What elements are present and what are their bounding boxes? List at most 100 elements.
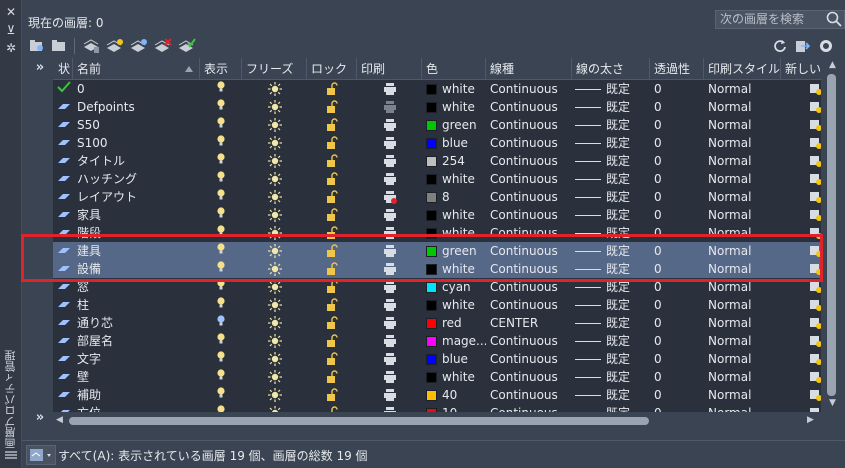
lineweight[interactable]: 既定 xyxy=(606,314,646,332)
on-bulb-icon[interactable] xyxy=(216,170,228,188)
thaw-sun-icon[interactable] xyxy=(267,404,283,412)
linetype[interactable]: Continuous xyxy=(490,404,570,412)
new-layer-icon[interactable] xyxy=(106,38,124,54)
plot-printer-icon[interactable] xyxy=(383,134,397,152)
invert-filter-button[interactable] xyxy=(26,445,56,465)
col-name[interactable]: 名前 xyxy=(73,58,200,80)
linetype[interactable]: Continuous xyxy=(490,98,570,116)
transparency[interactable]: 0 xyxy=(654,224,700,242)
color-swatch[interactable] xyxy=(426,120,437,131)
unlock-icon[interactable] xyxy=(325,332,339,350)
plot-style[interactable]: Normal xyxy=(708,278,778,296)
transparency[interactable]: 0 xyxy=(654,314,700,332)
new-vp-freeze-icon[interactable] xyxy=(809,386,821,404)
thaw-sun-icon[interactable] xyxy=(267,314,283,332)
col-lineweight[interactable]: 線の太さ xyxy=(572,58,650,80)
color-name[interactable]: blue xyxy=(442,350,486,368)
transparency[interactable]: 0 xyxy=(654,296,700,314)
lineweight[interactable]: 既定 xyxy=(606,188,646,206)
table-row[interactable]: Defpoints white Continuous 既定 0 Normal xyxy=(53,98,821,116)
thaw-sun-icon[interactable] xyxy=(267,170,283,188)
on-bulb-icon[interactable] xyxy=(216,152,228,170)
thaw-sun-icon[interactable] xyxy=(267,278,283,296)
col-transparency[interactable]: 透過性 xyxy=(650,58,704,80)
plot-printer-icon[interactable] xyxy=(383,260,397,278)
lineweight[interactable]: 既定 xyxy=(606,350,646,368)
vertical-scrollbar[interactable]: ▲ ▼ xyxy=(821,58,845,412)
linetype[interactable]: Continuous xyxy=(490,296,570,314)
plot-printer-icon[interactable] xyxy=(383,116,397,134)
lineweight[interactable]: 既定 xyxy=(606,98,646,116)
linetype[interactable]: Continuous xyxy=(490,278,570,296)
on-bulb-icon[interactable] xyxy=(216,278,228,296)
linetype[interactable]: Continuous xyxy=(490,260,570,278)
plot-printer-icon[interactable] xyxy=(383,386,397,404)
color-name[interactable]: white xyxy=(442,170,486,188)
thaw-sun-icon[interactable] xyxy=(267,206,283,224)
unlock-icon[interactable] xyxy=(325,278,339,296)
layer-name[interactable]: 文字 xyxy=(77,350,195,368)
color-name[interactable]: 40 xyxy=(442,386,486,404)
col-color[interactable]: 色 xyxy=(422,58,486,80)
linetype[interactable]: Continuous xyxy=(490,332,570,350)
layer-name[interactable]: 方位 xyxy=(77,404,195,412)
unlock-icon[interactable] xyxy=(325,98,339,116)
table-row[interactable]: S50 green Continuous 既定 0 Normal xyxy=(53,116,821,134)
plot-printer-icon[interactable] xyxy=(383,332,397,350)
plot-style[interactable]: Normal xyxy=(708,404,778,412)
lineweight[interactable]: 既定 xyxy=(606,242,646,260)
color-name[interactable]: white xyxy=(442,296,486,314)
table-row[interactable]: タイトル 254 Continuous 既定 0 Normal xyxy=(53,152,821,170)
layer-name[interactable]: 補助 xyxy=(77,386,195,404)
color-swatch[interactable] xyxy=(426,282,437,293)
plot-style[interactable]: Normal xyxy=(708,350,778,368)
transparency[interactable]: 0 xyxy=(654,116,700,134)
on-bulb-icon[interactable] xyxy=(216,260,228,278)
set-current-icon[interactable] xyxy=(178,38,196,54)
lineweight[interactable]: 既定 xyxy=(606,332,646,350)
plot-printer-icon[interactable] xyxy=(383,404,397,412)
layer-name[interactable]: レイアウト xyxy=(77,188,195,206)
plot-printer-icon[interactable] xyxy=(383,296,397,314)
unlock-icon[interactable] xyxy=(325,206,339,224)
color-name[interactable]: white xyxy=(442,224,486,242)
plot-printer-icon[interactable] xyxy=(383,242,397,260)
layer-name[interactable]: 部屋名 xyxy=(77,332,195,350)
new-vp-frozen-layer-icon[interactable] xyxy=(130,38,148,54)
linetype[interactable]: Continuous xyxy=(490,170,570,188)
plot-style[interactable]: Normal xyxy=(708,170,778,188)
unlock-icon[interactable] xyxy=(325,260,339,278)
linetype[interactable]: Continuous xyxy=(490,152,570,170)
color-name[interactable]: mage... xyxy=(442,332,486,350)
layer-name[interactable]: Defpoints xyxy=(77,98,195,116)
plot-style[interactable]: Normal xyxy=(708,260,778,278)
plot-printer-icon[interactable] xyxy=(383,80,397,98)
table-row[interactable]: ハッチング white Continuous 既定 0 Normal xyxy=(53,170,821,188)
color-name[interactable]: white xyxy=(442,260,486,278)
color-name[interactable]: white xyxy=(442,98,486,116)
linetype[interactable]: Continuous xyxy=(490,350,570,368)
col-linetype[interactable]: 線種 xyxy=(486,58,572,80)
transparency[interactable]: 0 xyxy=(654,242,700,260)
table-row[interactable]: 壁 white Continuous 既定 0 Normal xyxy=(53,368,821,386)
transparency[interactable]: 0 xyxy=(654,350,700,368)
table-row[interactable]: 建具 green Continuous 既定 0 Normal xyxy=(53,242,821,260)
lineweight[interactable]: 既定 xyxy=(606,134,646,152)
table-row[interactable]: 部屋名 mage... Continuous 既定 0 Normal xyxy=(53,332,821,350)
transparency[interactable]: 0 xyxy=(654,170,700,188)
linetype[interactable]: Continuous xyxy=(490,242,570,260)
thaw-sun-icon[interactable] xyxy=(267,224,283,242)
plot-style[interactable]: Normal xyxy=(708,224,778,242)
lineweight[interactable]: 既定 xyxy=(606,206,646,224)
on-bulb-icon[interactable] xyxy=(216,296,228,314)
on-bulb-icon[interactable] xyxy=(216,404,228,412)
color-name[interactable]: 10 xyxy=(442,404,486,412)
thaw-sun-icon[interactable] xyxy=(267,116,283,134)
plot-style[interactable]: Normal xyxy=(708,206,778,224)
color-name[interactable]: red xyxy=(442,314,486,332)
on-bulb-icon[interactable] xyxy=(216,188,228,206)
close-icon[interactable]: ✕ xyxy=(3,4,19,20)
layer-name[interactable]: ハッチング xyxy=(77,170,195,188)
col-plot-style[interactable]: 印刷スタイル xyxy=(704,58,781,80)
linetype[interactable]: Continuous xyxy=(490,116,570,134)
